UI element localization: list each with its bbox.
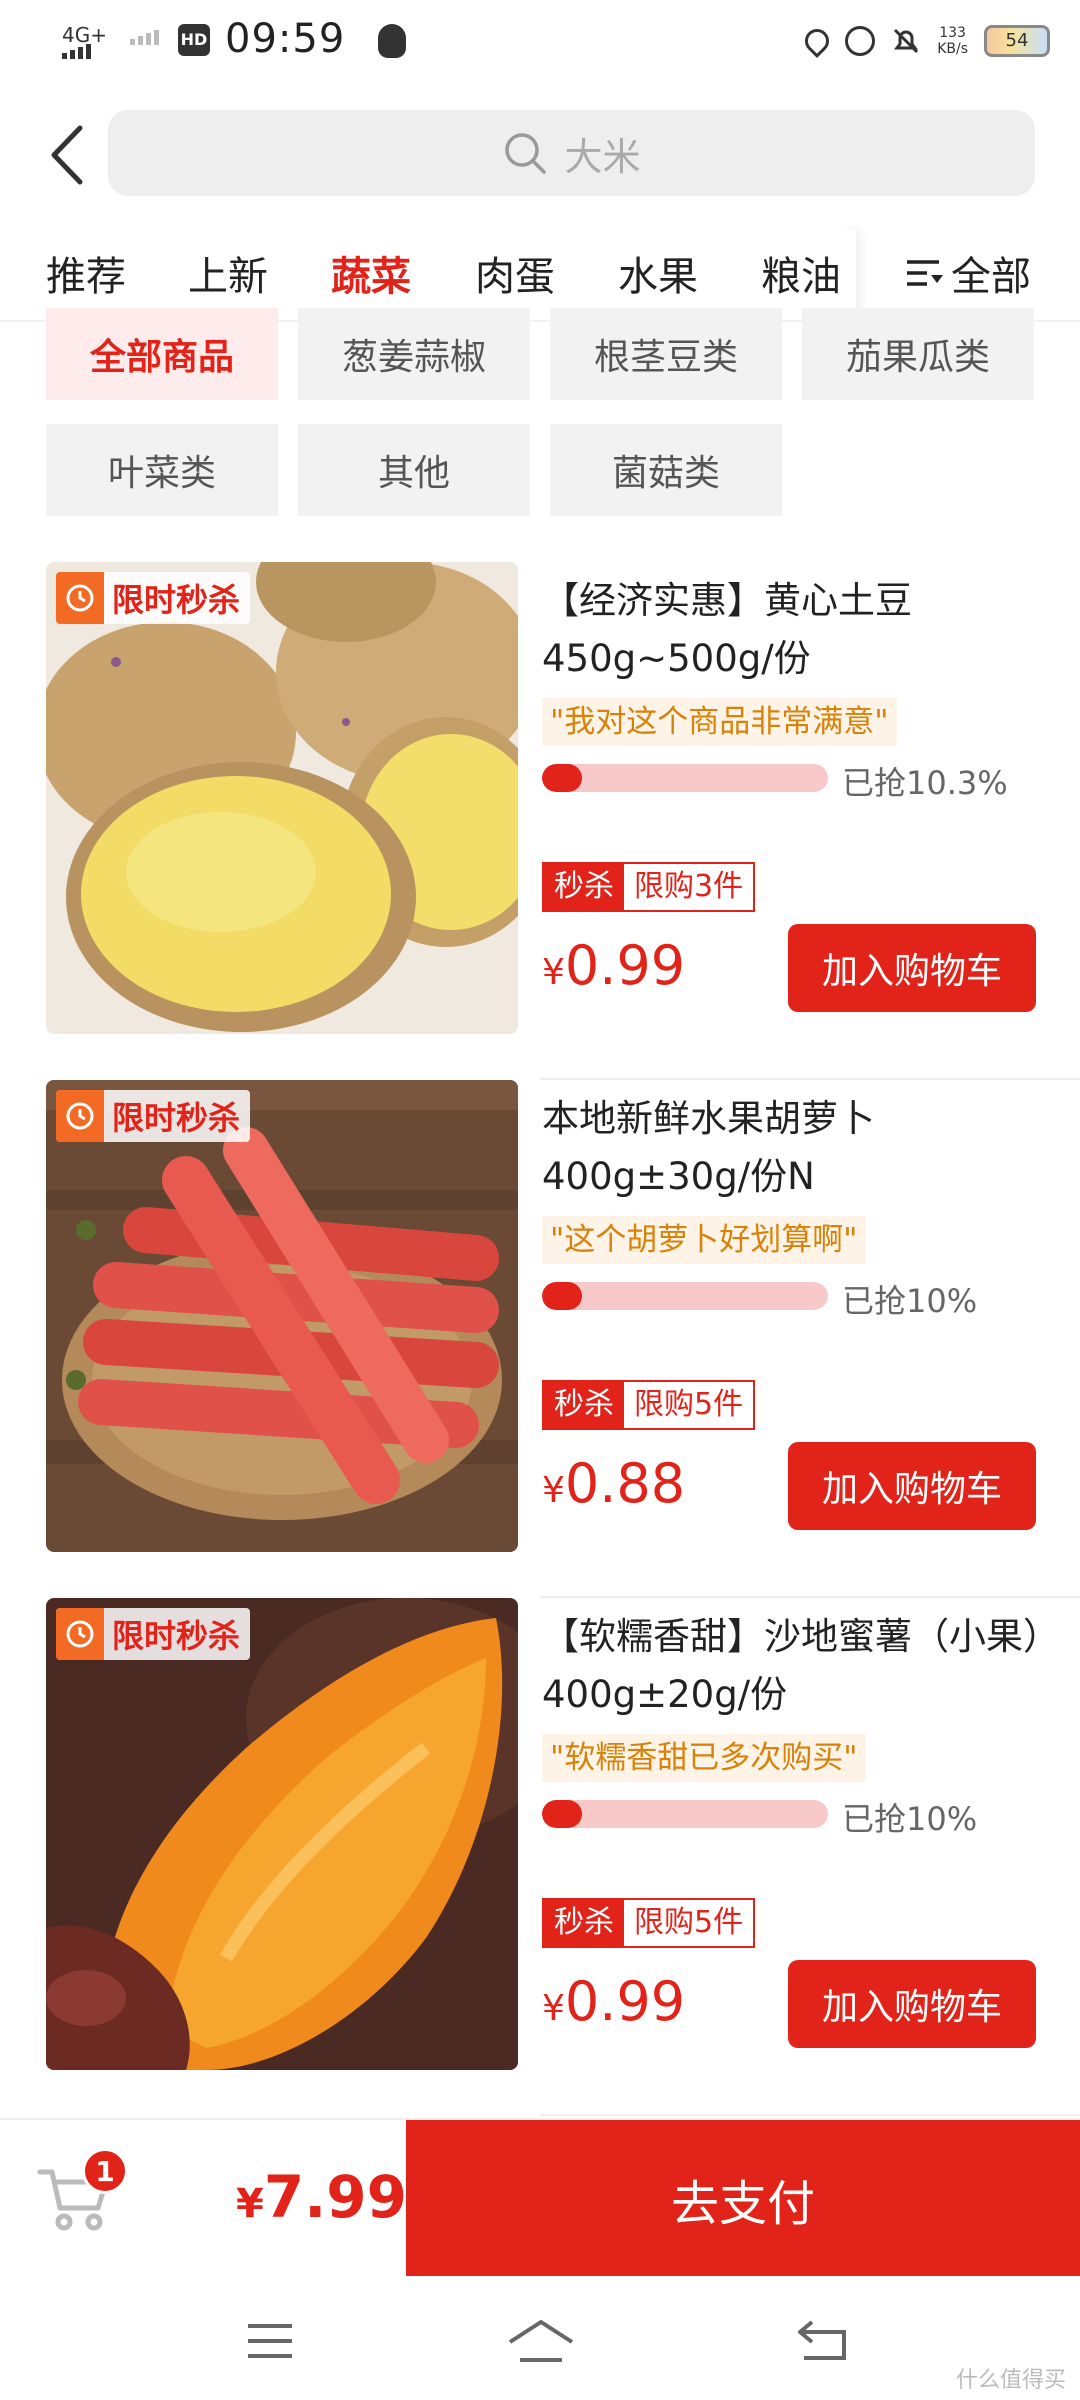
flash-sale-badge: 限时秒杀 bbox=[56, 1090, 251, 1142]
cart-total: ¥7.99 bbox=[236, 2162, 407, 2239]
mute-icon bbox=[894, 28, 919, 54]
product-image-potato[interactable]: 限时秒杀 bbox=[46, 562, 518, 1034]
subcat-other[interactable]: 其他 bbox=[298, 424, 530, 516]
clock-icon bbox=[56, 572, 104, 624]
sold-progress-label: 已抢10% bbox=[842, 1800, 978, 1838]
search-icon bbox=[505, 133, 547, 174]
search-placeholder: 大米 bbox=[564, 134, 641, 179]
price-value: 0.99 bbox=[564, 934, 686, 997]
price-value: 0.99 bbox=[564, 1970, 686, 2033]
flash-sale-label: 限时秒杀 bbox=[112, 1099, 241, 1137]
clock-icon bbox=[56, 1608, 104, 1660]
qq-icon bbox=[378, 24, 406, 58]
all-label: 全部 bbox=[951, 254, 1031, 300]
checkout-bar: 1 ¥7.99 去支付 bbox=[0, 2118, 1080, 2278]
currency-symbol: ¥ bbox=[542, 952, 565, 993]
tab-fruit[interactable]: 水果 bbox=[618, 244, 698, 302]
product-card[interactable]: 限时秒杀 【软糯香甜】沙地蜜薯（小果）400g±20g/份 "软糯香甜已多次购买… bbox=[46, 1598, 1080, 2116]
currency-symbol: ¥ bbox=[542, 1470, 565, 1511]
tabs-fade bbox=[836, 230, 856, 320]
seckill-tag: 秒杀 限购5件 bbox=[542, 1380, 756, 1430]
product-title[interactable]: 本地新鲜水果胡萝卜400g±30g/份N bbox=[542, 1090, 1052, 1206]
product-comment: "我对这个商品非常满意" bbox=[542, 698, 897, 746]
subcat-all[interactable]: 全部商品 bbox=[46, 308, 278, 400]
flash-sale-label: 限时秒杀 bbox=[112, 1617, 241, 1655]
product-image-carrot[interactable]: 限时秒杀 bbox=[46, 1080, 518, 1552]
flash-sale-badge: 限时秒杀 bbox=[56, 572, 251, 624]
tab-vegetables[interactable]: 蔬菜 bbox=[331, 244, 411, 302]
signal-2-icon bbox=[130, 30, 159, 45]
flash-sale-label: 限时秒杀 bbox=[112, 581, 241, 619]
seckill-label: 秒杀 bbox=[544, 1382, 624, 1428]
seckill-tag: 秒杀 限购3件 bbox=[542, 862, 756, 912]
tab-meat-eggs[interactable]: 肉蛋 bbox=[475, 244, 555, 302]
network-speed: 133 KB/s bbox=[937, 25, 968, 57]
product-price: ¥0.99 bbox=[542, 934, 685, 1005]
purchase-limit: 限购5件 bbox=[624, 1900, 754, 1946]
subcat-aromatics[interactable]: 葱姜蒜椒 bbox=[298, 308, 530, 400]
currency-symbol: ¥ bbox=[542, 1988, 565, 2029]
clock-time: 09:59 bbox=[225, 16, 346, 62]
product-price: ¥0.99 bbox=[542, 1970, 685, 2041]
price-value: 0.88 bbox=[564, 1452, 686, 1515]
purchase-limit: 限购3件 bbox=[624, 864, 754, 910]
nav-home-icon[interactable] bbox=[506, 2316, 576, 2366]
currency-symbol: ¥ bbox=[236, 2181, 264, 2227]
sold-progress-label: 已抢10% bbox=[842, 1282, 978, 1320]
pay-button[interactable]: 去支付 bbox=[406, 2120, 1080, 2278]
subcat-roots-beans[interactable]: 根茎豆类 bbox=[550, 308, 782, 400]
sold-progress-fill bbox=[542, 764, 583, 792]
hd-icon: HD bbox=[178, 24, 210, 56]
battery-icon: 54 bbox=[984, 25, 1050, 57]
menu-icon bbox=[907, 260, 943, 286]
add-to-cart-button[interactable]: 加入购物车 bbox=[788, 924, 1036, 1012]
tab-recommend[interactable]: 推荐 bbox=[46, 244, 126, 302]
flash-sale-badge: 限时秒杀 bbox=[56, 1608, 251, 1660]
product-image-sweet-potato[interactable]: 限时秒杀 bbox=[46, 1598, 518, 2070]
product-comment: "这个胡萝卜好划算啊" bbox=[542, 1216, 866, 1264]
all-categories-button[interactable]: 全部 bbox=[905, 244, 1031, 302]
sold-progress-fill bbox=[542, 1800, 583, 1828]
speed-value: 133 bbox=[939, 25, 966, 41]
seckill-label: 秒杀 bbox=[544, 1900, 624, 1946]
system-nav-bar bbox=[0, 2276, 1080, 2400]
subcat-mushroom[interactable]: 菌菇类 bbox=[550, 424, 782, 516]
cart-count-badge: 1 bbox=[82, 2148, 128, 2194]
sold-progress-bar bbox=[542, 1800, 828, 1828]
product-card[interactable]: 限时秒杀 本地新鲜水果胡萝卜400g±30g/份N "这个胡萝卜好划算啊" 已抢… bbox=[46, 1080, 1080, 1598]
seckill-tag: 秒杀 限购5件 bbox=[542, 1898, 756, 1948]
total-value: 7.99 bbox=[263, 2163, 407, 2231]
network-type: 4G+ bbox=[62, 23, 107, 47]
add-to-cart-button[interactable]: 加入购物车 bbox=[788, 1442, 1036, 1530]
signal-icon bbox=[62, 44, 91, 59]
speed-unit: KB/s bbox=[937, 41, 968, 57]
back-icon[interactable] bbox=[44, 120, 94, 190]
purchase-limit: 限购5件 bbox=[624, 1382, 754, 1428]
nav-menu-icon[interactable] bbox=[240, 2316, 300, 2366]
add-to-cart-button[interactable]: 加入购物车 bbox=[788, 1960, 1036, 2048]
product-comment: "软糯香甜已多次购买" bbox=[542, 1734, 866, 1782]
product-title[interactable]: 【经济实惠】黄心土豆450g~500g/份 bbox=[542, 572, 1052, 688]
battery-level: 54 bbox=[1005, 30, 1029, 51]
tab-new[interactable]: 上新 bbox=[188, 244, 268, 302]
alarm-icon bbox=[845, 26, 876, 56]
seckill-label: 秒杀 bbox=[544, 864, 624, 910]
subcat-leafy[interactable]: 叶菜类 bbox=[46, 424, 278, 516]
search-input[interactable]: 大米 bbox=[108, 110, 1035, 196]
sold-progress-fill bbox=[542, 1282, 583, 1310]
tab-grain-oil[interactable]: 粮油 bbox=[761, 244, 841, 302]
product-price: ¥0.88 bbox=[542, 1452, 685, 1523]
status-bar: 4G+ HD 09:59 133 KB/s 54 bbox=[0, 0, 1080, 80]
clock-icon bbox=[56, 1090, 104, 1142]
subcat-fruit-veg[interactable]: 茄果瓜类 bbox=[802, 308, 1034, 400]
sold-progress-bar bbox=[542, 764, 828, 792]
product-card[interactable]: 限时秒杀 【经济实惠】黄心土豆450g~500g/份 "我对这个商品非常满意" … bbox=[46, 562, 1080, 1080]
product-title[interactable]: 【软糯香甜】沙地蜜薯（小果）400g±20g/份 bbox=[542, 1608, 1052, 1724]
sold-progress-bar bbox=[542, 1282, 828, 1310]
divider bbox=[540, 2114, 1080, 2116]
sold-progress-label: 已抢10.3% bbox=[842, 764, 1008, 802]
nav-back-icon[interactable] bbox=[792, 2316, 852, 2366]
location-icon bbox=[800, 24, 835, 58]
watermark: 什么值得买 bbox=[955, 2368, 1066, 2393]
